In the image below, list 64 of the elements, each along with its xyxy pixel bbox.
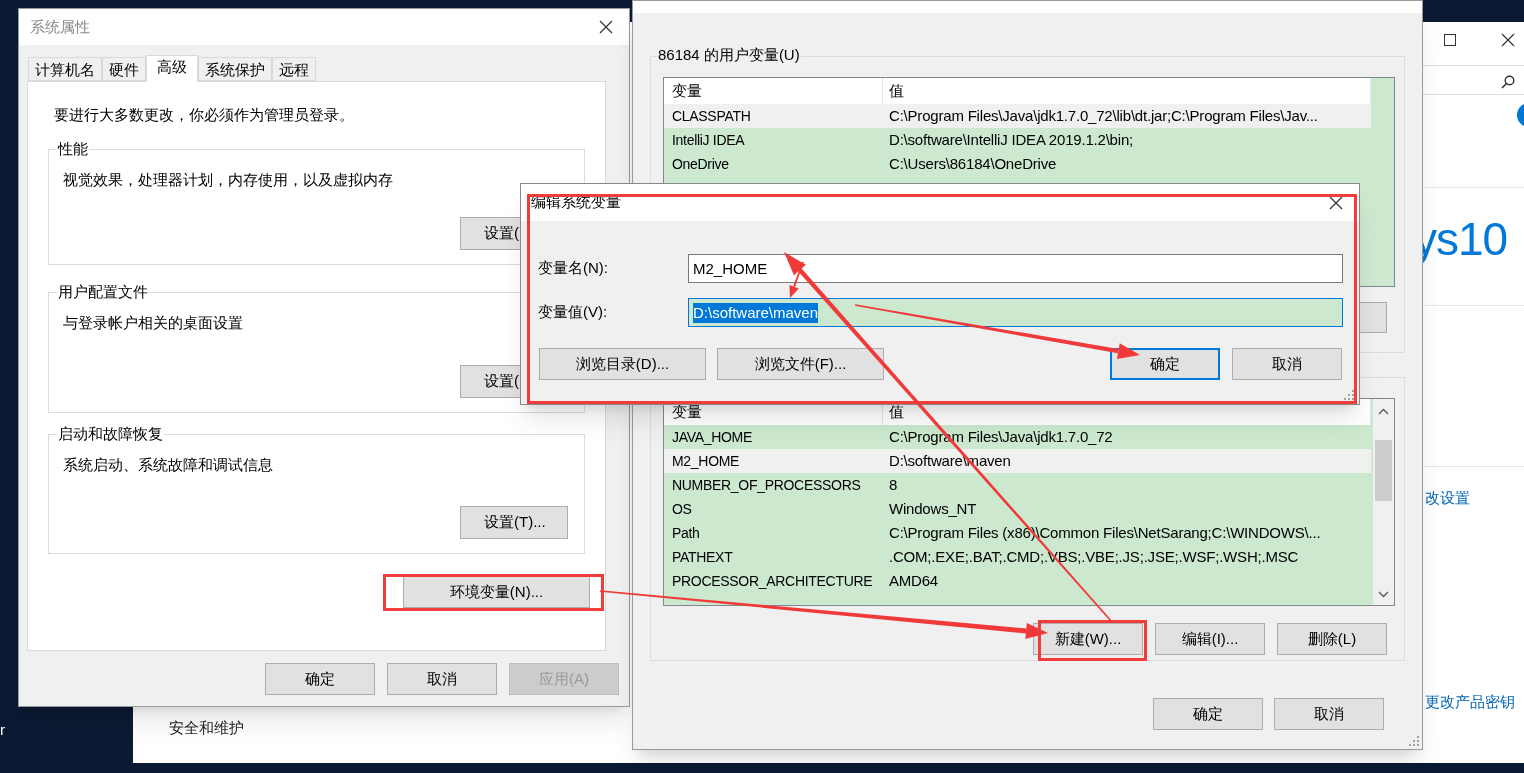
dialog-button[interactable]: 浏览目录(D)... [539,348,706,380]
notice-text: 要进行大多数更改，你必须作为管理员登录。 [53,105,355,125]
settings-link[interactable]: 改设置 [1425,487,1470,510]
resize-grip-icon[interactable] [1344,390,1354,400]
dialog-button[interactable]: 确定 [265,663,375,695]
tab[interactable]: 远程 [272,57,316,81]
group-title: 用户配置文件 [57,282,149,302]
table-cell-text: M2_HOME [671,452,741,471]
table-cell-text: PATHEXT [671,548,734,567]
table-cell-text: C:\Users\86184\OneDrive [888,154,1058,174]
dialog-button[interactable]: 确定 [1153,698,1263,730]
maximize-icon[interactable] [1444,34,1456,46]
group-title: 性能 [57,139,89,159]
settings-link[interactable]: 更改产品密钥 [1425,691,1515,714]
table-cell-text: 8 [888,475,899,495]
scrollbar[interactable] [1373,399,1394,605]
table-cell-text: NUMBER_OF_PROCESSORS [671,476,862,495]
table-cell-text: IntelliJ IDEA [671,131,746,150]
close-icon[interactable] [1501,33,1515,47]
scroll-down-icon[interactable] [1378,591,1389,598]
close-icon[interactable] [1329,195,1343,210]
dialog-button[interactable]: 删除(L) [1277,623,1387,655]
input-field[interactable]: M2_HOME [688,254,1343,283]
dialog-button[interactable]: 环境变量(N)... [403,576,590,608]
tab[interactable]: 系统保护 [198,57,272,81]
tab[interactable]: 硬件 [102,57,146,81]
dialog-button[interactable]: 编辑(I)... [1155,623,1265,655]
table-cell-text: OS [671,500,693,519]
table-row[interactable]: CLASSPATH C:\Program Files\Java\jdk1.7.0_72\lib\dt.jar;C:\Program Files\Jav... [664,104,1371,128]
table-cell-text: D:\software\IntelliJ IDEA 2019.1.2\bin; [888,130,1134,150]
dialog-button[interactable]: 确定 [1110,348,1220,380]
tab[interactable]: 计算机名 [28,57,102,81]
dialog-button[interactable]: 取消 [1232,348,1342,380]
field-label: 变量值(V): [538,302,609,323]
group-description: 视觉效果，处理器计划，内存使用，以及虚拟内存 [63,170,393,190]
control-panel-item[interactable]: 安全和维护 [169,717,244,740]
table-cell-text: Windows_NT [888,499,978,519]
group-title: 启动和故障恢复 [57,424,164,444]
scrollbar-thumb[interactable] [1375,440,1392,501]
info-icon [1516,102,1524,128]
scroll-up-icon[interactable] [1378,408,1389,415]
table-cell-text: PROCESSOR_ARCHITECTURE [671,572,874,591]
window-title: 系统属性 [30,16,90,37]
group-title: 86184 的用户变量(U) [657,45,801,65]
table-cell-text: JAVA_HOME [671,428,754,447]
group-description: 系统启动、系统故障和调试信息 [63,455,273,475]
dialog-button[interactable]: 取消 [1274,698,1384,730]
search-icon[interactable] [1501,75,1515,89]
group-description: 与登录帐户相关的桌面设置 [63,313,243,333]
dialog-button[interactable]: 设置(T)... [460,506,568,539]
table-cell-text: CLASSPATH [671,107,752,126]
dialog-button[interactable]: 取消 [387,663,497,695]
field-label: 变量名(N): [538,258,609,279]
table-cell-text: Path [671,524,701,543]
desktop-icon-label[interactable]: r [0,719,5,742]
dialog-button[interactable]: 浏览文件(F)... [717,348,884,380]
dialog-button[interactable]: 新建(W)... [1033,623,1143,655]
tab[interactable]: 高级 [146,55,198,82]
table-cell-text: OneDrive [671,155,730,174]
table-cell-text: AMD64 [888,571,940,591]
table-cell-text: C:\Program Files\Java\jdk1.7.0_72\lib\dt.jar;C:\Program Files\Jav... [888,106,1319,126]
resize-grip-icon[interactable] [1409,736,1419,746]
close-icon[interactable] [599,20,613,34]
input-field[interactable]: D:\software\maven [688,298,1343,327]
